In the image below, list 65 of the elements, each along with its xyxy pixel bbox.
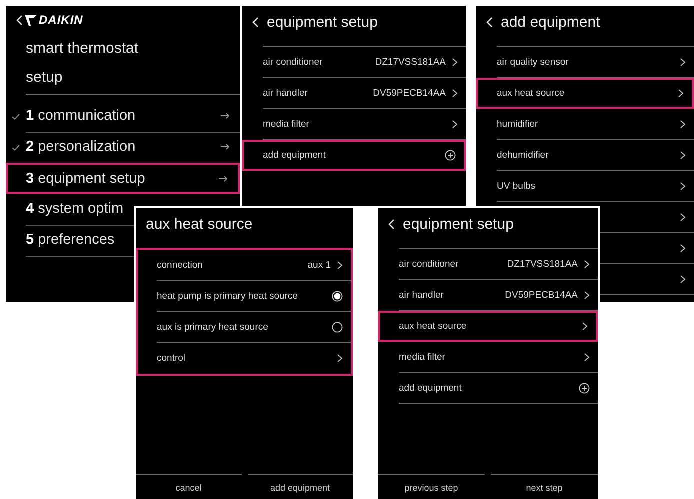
back-icon[interactable] — [252, 16, 259, 28]
screen-title: aux heat source — [146, 216, 253, 232]
item-value: DV59PECB14AA — [373, 88, 446, 98]
footer-button[interactable]: previous step — [378, 474, 485, 495]
radio-button[interactable] — [332, 322, 343, 332]
chevron-icon — [584, 290, 590, 300]
chevron-icon — [584, 260, 590, 268]
item-label[interactable]: aux is primary heat source — [157, 322, 326, 332]
item-label[interactable]: air quality sensor — [497, 56, 674, 68]
chevron-icon — [680, 120, 686, 128]
item-label[interactable]: heat pump is primary heat source — [157, 290, 326, 302]
chevron-icon — [584, 352, 590, 362]
screen-title: equipment setup — [267, 14, 378, 30]
chevron-icon — [680, 212, 686, 222]
item-label[interactable]: add equipment — [399, 382, 573, 394]
item-value: DV59PECB14AA — [505, 290, 578, 300]
item-label[interactable]: aux heat source — [497, 88, 672, 99]
screen-title: setup — [26, 68, 64, 88]
chevron-icon — [452, 58, 458, 66]
footer-button[interactable]: cancel — [136, 474, 242, 495]
chevron-icon — [452, 120, 458, 128]
footer-button[interactable]: next step — [491, 474, 598, 495]
chevron-icon — [680, 58, 686, 66]
item-value: aux 1 — [308, 260, 331, 270]
step-label[interactable]: 2 personalization — [26, 139, 136, 155]
chevron-icon — [678, 89, 684, 98]
item-label[interactable]: add equipment — [263, 150, 439, 161]
logo-icon — [25, 14, 37, 26]
item-label[interactable]: media filter — [263, 118, 446, 130]
item-value: DZ17VSS181AA — [375, 56, 446, 68]
step-label[interactable]: 3 equipment setup — [26, 170, 146, 186]
add-icon[interactable] — [445, 150, 456, 161]
item-label[interactable]: dehumidifier — [497, 150, 674, 160]
item-value: DZ17VSS181AA — [507, 258, 578, 270]
item-label[interactable]: UV bulbs — [497, 180, 674, 192]
item-label[interactable]: aux heat source — [399, 321, 576, 332]
item-label[interactable]: air handler — [399, 290, 500, 300]
chevron-icon — [337, 260, 343, 270]
logo-text: DAIKIN — [39, 13, 84, 27]
item-label[interactable]: air handler — [263, 88, 368, 98]
screen-title: equipment setup — [403, 216, 514, 232]
back-icon[interactable] — [16, 14, 23, 26]
chevron-icon — [337, 354, 343, 363]
step-label[interactable]: 1 communication — [26, 108, 136, 124]
item-label[interactable]: control — [157, 353, 331, 364]
chevron-icon — [680, 150, 686, 160]
step-label[interactable]: 4 system optim — [26, 201, 124, 217]
item-label[interactable]: connection — [157, 260, 302, 270]
screen-title: add equipment — [501, 14, 600, 30]
footer-button[interactable]: add equipment — [248, 474, 353, 495]
chevron-icon — [680, 244, 686, 252]
back-icon[interactable] — [486, 16, 493, 28]
item-label[interactable]: media filter — [399, 352, 578, 362]
item-label[interactable]: humidifier — [497, 118, 674, 130]
chevron-icon — [452, 88, 458, 98]
chevron-icon — [680, 182, 686, 190]
back-icon[interactable] — [388, 218, 395, 230]
chevron-icon — [582, 322, 588, 331]
step-label[interactable]: 5 preferences — [26, 232, 115, 248]
item-label[interactable]: air conditioner — [399, 258, 502, 270]
item-label[interactable]: air conditioner — [263, 56, 370, 68]
screen-title: smart thermostat — [26, 39, 140, 59]
chevron-icon — [680, 274, 686, 284]
radio-button[interactable] — [332, 290, 343, 302]
add-icon[interactable] — [579, 382, 590, 394]
